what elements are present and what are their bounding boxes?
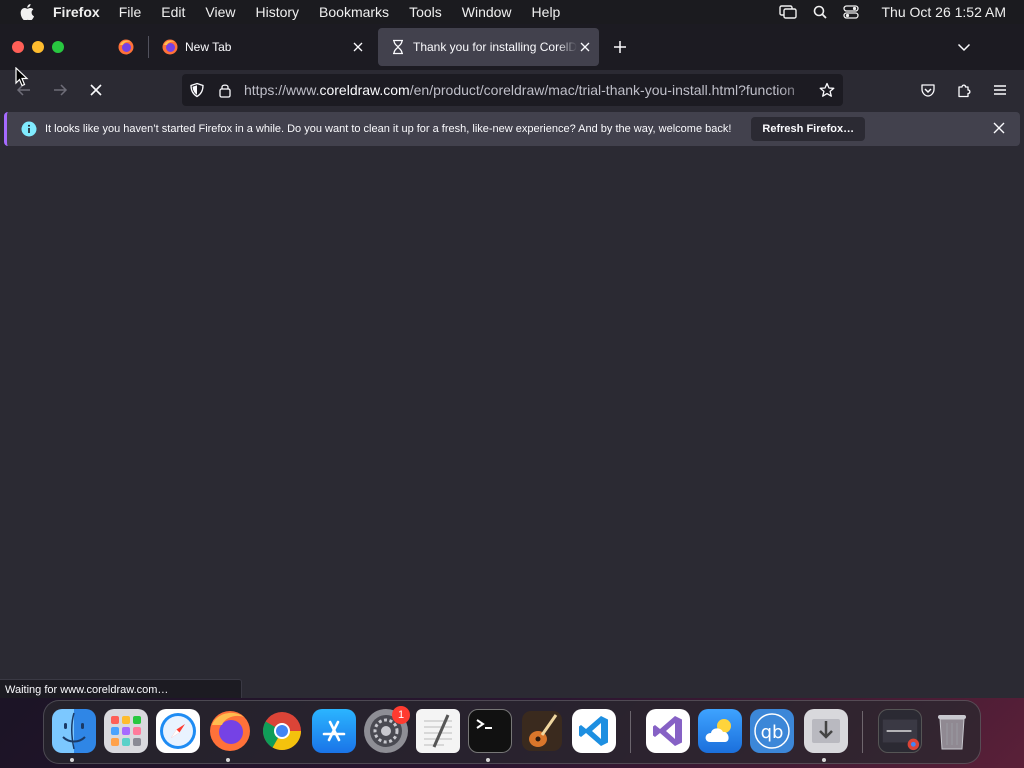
textedit-icon[interactable] (416, 709, 460, 753)
tab-separator (148, 36, 149, 58)
window-minimize-button[interactable] (32, 41, 44, 53)
notification-close-icon[interactable] (992, 121, 1006, 135)
refresh-firefox-button[interactable]: Refresh Firefox… (751, 117, 866, 141)
macos-dock: 1 qb (43, 700, 981, 764)
installer-download-icon[interactable] (804, 709, 848, 753)
window-zoom-button[interactable] (52, 41, 64, 53)
control-center-icon[interactable] (843, 5, 860, 19)
tab-strip: New Tab Thank you for installing CorelDR… (0, 24, 1024, 70)
menu-bookmarks[interactable]: Bookmarks (319, 4, 389, 20)
mouse-pointer-icon (15, 66, 29, 87)
menu-help[interactable]: Help (532, 4, 561, 20)
pocket-icon[interactable] (920, 82, 936, 98)
tracking-protection-shield-icon[interactable] (189, 82, 205, 98)
firefox-window: New Tab Thank you for installing CorelDR… (0, 24, 1024, 698)
lock-icon[interactable] (217, 82, 233, 98)
running-indicator (822, 758, 826, 762)
tab-new-tab[interactable]: New Tab (150, 28, 372, 66)
chrome-icon[interactable] (260, 709, 304, 753)
new-tab-plus-icon[interactable] (612, 39, 628, 55)
menu-file[interactable]: File (119, 4, 142, 20)
stop-loading-icon[interactable] (87, 81, 105, 99)
macos-menu-bar: Firefox File Edit View History Bookmarks… (0, 0, 1024, 24)
menu-edit[interactable]: Edit (161, 4, 185, 20)
app-store-icon[interactable] (312, 709, 356, 753)
firefox-icon (162, 39, 178, 55)
url-path: /en/product/coreldraw/mac/trial-thank-yo… (409, 82, 795, 98)
menu-app-firefox[interactable]: Firefox (53, 4, 100, 20)
menubar-clock[interactable]: Thu Oct 26 1:52 AM (881, 4, 1006, 20)
tab-close-icon[interactable] (577, 39, 593, 55)
spotlight-search-icon[interactable] (813, 5, 828, 19)
svg-text:qb: qb (761, 722, 784, 743)
running-indicator (70, 758, 74, 762)
firefox-view-button[interactable] (118, 39, 134, 55)
notification-badge: 1 (392, 706, 410, 724)
finder-icon[interactable] (52, 709, 96, 753)
firefox-dock-icon[interactable] (208, 709, 252, 753)
url-bar[interactable]: https://www.coreldraw.com/en/product/cor… (182, 74, 843, 106)
apple-menu-icon[interactable] (19, 4, 35, 20)
qbittorrent-icon[interactable]: qb (750, 709, 794, 753)
menu-view[interactable]: View (205, 4, 235, 20)
window-close-button[interactable] (12, 41, 24, 53)
launchpad-icon[interactable] (104, 709, 148, 753)
window-controls (12, 41, 64, 53)
trash-icon[interactable] (930, 709, 974, 753)
menu-tools[interactable]: Tools (409, 4, 442, 20)
hourglass-icon (390, 39, 406, 55)
tab-coreldraw-thank-you[interactable]: Thank you for installing CorelDRAW (378, 28, 599, 66)
menu-window[interactable]: Window (462, 4, 512, 20)
forward-arrow-icon[interactable] (51, 81, 69, 99)
running-indicator (226, 758, 230, 762)
list-all-tabs-chevron-down-icon[interactable] (956, 39, 972, 55)
safari-icon[interactable] (156, 709, 200, 753)
notification-message: It looks like you haven’t started Firefo… (45, 123, 732, 135)
menu-history[interactable]: History (255, 4, 299, 20)
tab-label: Thank you for installing CorelDRAW (413, 40, 577, 54)
url-text[interactable]: https://www.coreldraw.com/en/product/cor… (244, 82, 814, 98)
tab-close-icon[interactable] (350, 39, 366, 55)
page-content-area[interactable] (0, 150, 1024, 698)
extensions-puzzle-icon[interactable] (956, 82, 972, 98)
dock-separator (630, 711, 631, 753)
garageband-guitar-icon[interactable] (520, 709, 564, 753)
status-panel: Waiting for www.coreldraw.com… (0, 679, 242, 698)
tab-label: New Tab (185, 40, 232, 54)
url-domain: coreldraw.com (319, 82, 410, 98)
bookmark-star-icon[interactable] (819, 82, 835, 98)
info-icon (21, 121, 37, 137)
screen-mirroring-icon[interactable] (779, 5, 798, 19)
visual-studio-icon[interactable] (646, 709, 690, 753)
hamburger-menu-icon[interactable] (992, 82, 1008, 98)
chrome-window-thumbnail-icon[interactable] (878, 709, 922, 753)
url-prefix: https://www. (244, 82, 320, 98)
running-indicator (486, 758, 490, 762)
refresh-firefox-notification: It looks like you haven’t started Firefo… (4, 112, 1020, 146)
vscode-icon[interactable] (572, 709, 616, 753)
dock-separator (862, 711, 863, 753)
weather-icon[interactable] (698, 709, 742, 753)
navigation-toolbar: https://www.coreldraw.com/en/product/cor… (0, 70, 1024, 110)
terminal-icon[interactable] (468, 709, 512, 753)
